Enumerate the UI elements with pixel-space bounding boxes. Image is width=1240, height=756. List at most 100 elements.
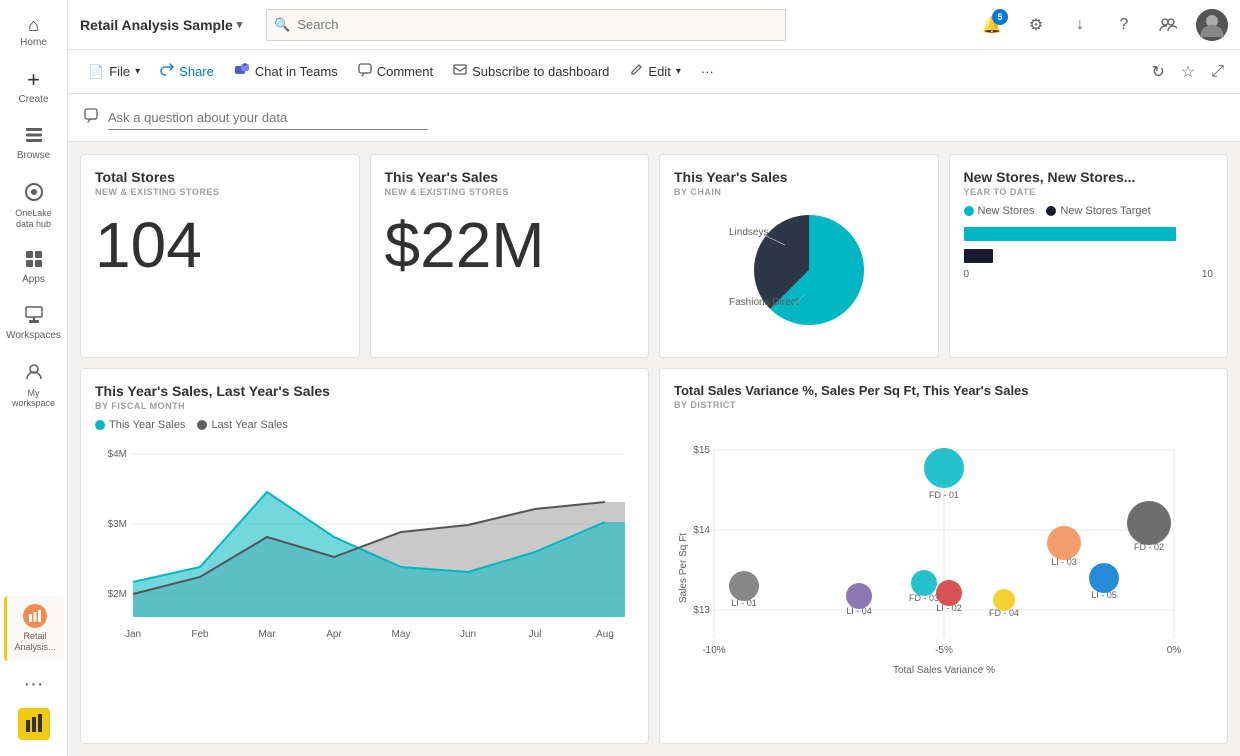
edit-button[interactable]: Edit ▾	[621, 59, 688, 84]
download-icon: ↓	[1076, 16, 1084, 34]
download-button[interactable]: ↓	[1064, 9, 1096, 41]
svg-text:$14: $14	[693, 525, 710, 536]
topbar-icons: 🔔 5 ⚙ ↓ ?	[976, 9, 1228, 41]
refresh-button[interactable]: ↻	[1147, 58, 1168, 86]
sales-title: This Year's Sales	[385, 169, 635, 185]
total-stores-title: Total Stores	[95, 169, 345, 185]
topbar-title-text: Retail Analysis Sample	[80, 17, 233, 33]
sidebar-label-home: Home	[20, 37, 47, 49]
teams-icon	[234, 62, 250, 81]
sidebar-item-create[interactable]: + Create	[4, 61, 64, 114]
svg-text:-5%: -5%	[935, 645, 953, 656]
sidebar-label-browse: Browse	[17, 150, 50, 162]
new-stores-legend: New Stores New Stores Target	[964, 205, 1214, 217]
svg-text:LI - 01: LI - 01	[731, 598, 757, 608]
qa-input[interactable]	[108, 106, 428, 130]
card-new-stores[interactable]: New Stores, New Stores... YEAR TO DATE N…	[949, 154, 1229, 358]
search-icon: 🔍	[274, 17, 290, 33]
sidebar-label-workspaces: Workspaces	[6, 330, 61, 342]
sidebar-label-onelake: OneLake data hub	[10, 208, 58, 230]
svg-text:LI - 03: LI - 03	[1051, 557, 1077, 567]
comment-button[interactable]: Comment	[350, 59, 441, 84]
notifications-button[interactable]: 🔔 5	[976, 9, 1008, 41]
share-label: Share	[179, 64, 214, 79]
fullscreen-button[interactable]: ⤢	[1207, 59, 1228, 85]
sidebar-item-onelake[interactable]: OneLake data hub	[4, 174, 64, 238]
card-this-years-sales[interactable]: This Year's Sales NEW & EXISTING STORES …	[370, 154, 650, 358]
card-scatter[interactable]: Total Sales Variance %, Sales Per Sq Ft,…	[659, 368, 1228, 744]
chat-in-teams-button[interactable]: Chat in Teams	[226, 58, 346, 85]
card-total-stores[interactable]: Total Stores NEW & EXISTING STORES 104	[80, 154, 360, 358]
actionbar-right: ↻ ☆ ⤢	[1147, 58, 1228, 86]
new-stores-legend-label: New Stores	[978, 205, 1035, 217]
file-icon: 📄	[88, 64, 104, 80]
svg-text:LI - 05: LI - 05	[1091, 590, 1117, 600]
svg-text:Fashions Direct: Fashions Direct	[729, 297, 799, 308]
x-axis-end: 10	[1202, 269, 1213, 280]
people-icon	[1159, 16, 1177, 34]
card-line-chart[interactable]: This Year's Sales, Last Year's Sales BY …	[80, 368, 649, 744]
svg-text:-10%: -10%	[702, 645, 725, 656]
svg-text:FD - 02: FD - 02	[1134, 542, 1164, 552]
people-button[interactable]	[1152, 9, 1184, 41]
line-title: This Year's Sales, Last Year's Sales	[95, 383, 634, 399]
help-button[interactable]: ?	[1108, 9, 1140, 41]
sidebar-item-browse[interactable]: Browse	[4, 118, 64, 170]
svg-text:FD - 04: FD - 04	[989, 608, 1019, 618]
legend-this-year: This Year Sales	[95, 419, 185, 431]
topbar-search: 🔍	[266, 9, 786, 41]
file-chevron-icon: ▾	[135, 66, 140, 77]
sidebar-more[interactable]: ···	[16, 665, 52, 704]
search-input[interactable]	[266, 9, 786, 41]
sales-value: $22M	[385, 213, 635, 277]
line-subtitle: BY FISCAL MONTH	[95, 401, 634, 411]
subscribe-button[interactable]: Subscribe to dashboard	[445, 59, 617, 84]
bar-target	[964, 249, 994, 263]
legend-new-stores: New Stores	[964, 205, 1035, 217]
line-chart-svg: $4M $3M $2M Jan F	[95, 437, 635, 657]
legend-last-year: Last Year Sales	[197, 419, 287, 431]
main-content: Retail Analysis Sample ▾ 🔍 🔔 5 ⚙ ↓	[68, 0, 1240, 756]
pie-chart: Lindseys Fashions Direct	[719, 205, 879, 335]
last-year-dot	[197, 420, 207, 430]
svg-text:$15: $15	[693, 445, 710, 456]
new-stores-target-dot	[1046, 206, 1056, 216]
card-sales-by-chain[interactable]: This Year's Sales BY CHAIN Lindseys	[659, 154, 939, 358]
scatter-subtitle: BY DISTRICT	[674, 400, 1213, 410]
file-button[interactable]: 📄 File ▾	[80, 60, 148, 84]
apps-icon	[25, 250, 43, 271]
sidebar-label-my-workspace: My workspace	[10, 388, 58, 410]
svg-text:Jan: Jan	[125, 629, 141, 640]
subscribe-icon	[453, 63, 467, 80]
edit-label: Edit	[648, 64, 670, 79]
total-stores-value: 104	[95, 213, 345, 277]
avatar[interactable]	[1196, 9, 1228, 41]
new-stores-bar-chart: 0 10	[964, 225, 1214, 280]
sidebar-bottom	[18, 708, 50, 748]
share-button[interactable]: Share	[152, 59, 222, 84]
bar-new-stores	[964, 227, 1176, 241]
svg-text:Jul: Jul	[529, 629, 542, 640]
more-icon: ···	[701, 64, 714, 79]
sidebar-item-apps[interactable]: Apps	[4, 242, 64, 294]
comment-label: Comment	[377, 64, 433, 79]
sidebar-item-home[interactable]: ⌂ Home	[4, 8, 64, 57]
sidebar-label-retail: Retail Analysis...	[13, 631, 58, 653]
svg-text:Aug: Aug	[596, 629, 614, 640]
sidebar-item-retail-analysis[interactable]: Retail Analysis...	[4, 596, 64, 661]
pie-chart-container: Lindseys Fashions Direct	[674, 205, 924, 335]
settings-button[interactable]: ⚙	[1020, 9, 1052, 41]
svg-text:$13: $13	[693, 605, 710, 616]
this-year-label: This Year Sales	[109, 419, 185, 431]
sidebar-item-workspaces[interactable]: Workspaces	[4, 298, 64, 350]
sidebar-item-my-workspace[interactable]: My workspace	[4, 354, 64, 418]
favorite-button[interactable]: ☆	[1177, 58, 1199, 86]
svg-text:Sales Per Sq Ft: Sales Per Sq Ft	[678, 533, 689, 603]
more-button[interactable]: ···	[693, 60, 722, 83]
app-shell: ⌂ Home + Create Browse OneLake data hub …	[0, 0, 1240, 756]
workspaces-icon	[25, 306, 43, 327]
home-icon: ⌂	[28, 16, 39, 34]
topbar-title[interactable]: Retail Analysis Sample ▾	[80, 17, 242, 33]
line-legend: This Year Sales Last Year Sales	[95, 419, 634, 431]
total-stores-subtitle: NEW & EXISTING STORES	[95, 187, 345, 197]
